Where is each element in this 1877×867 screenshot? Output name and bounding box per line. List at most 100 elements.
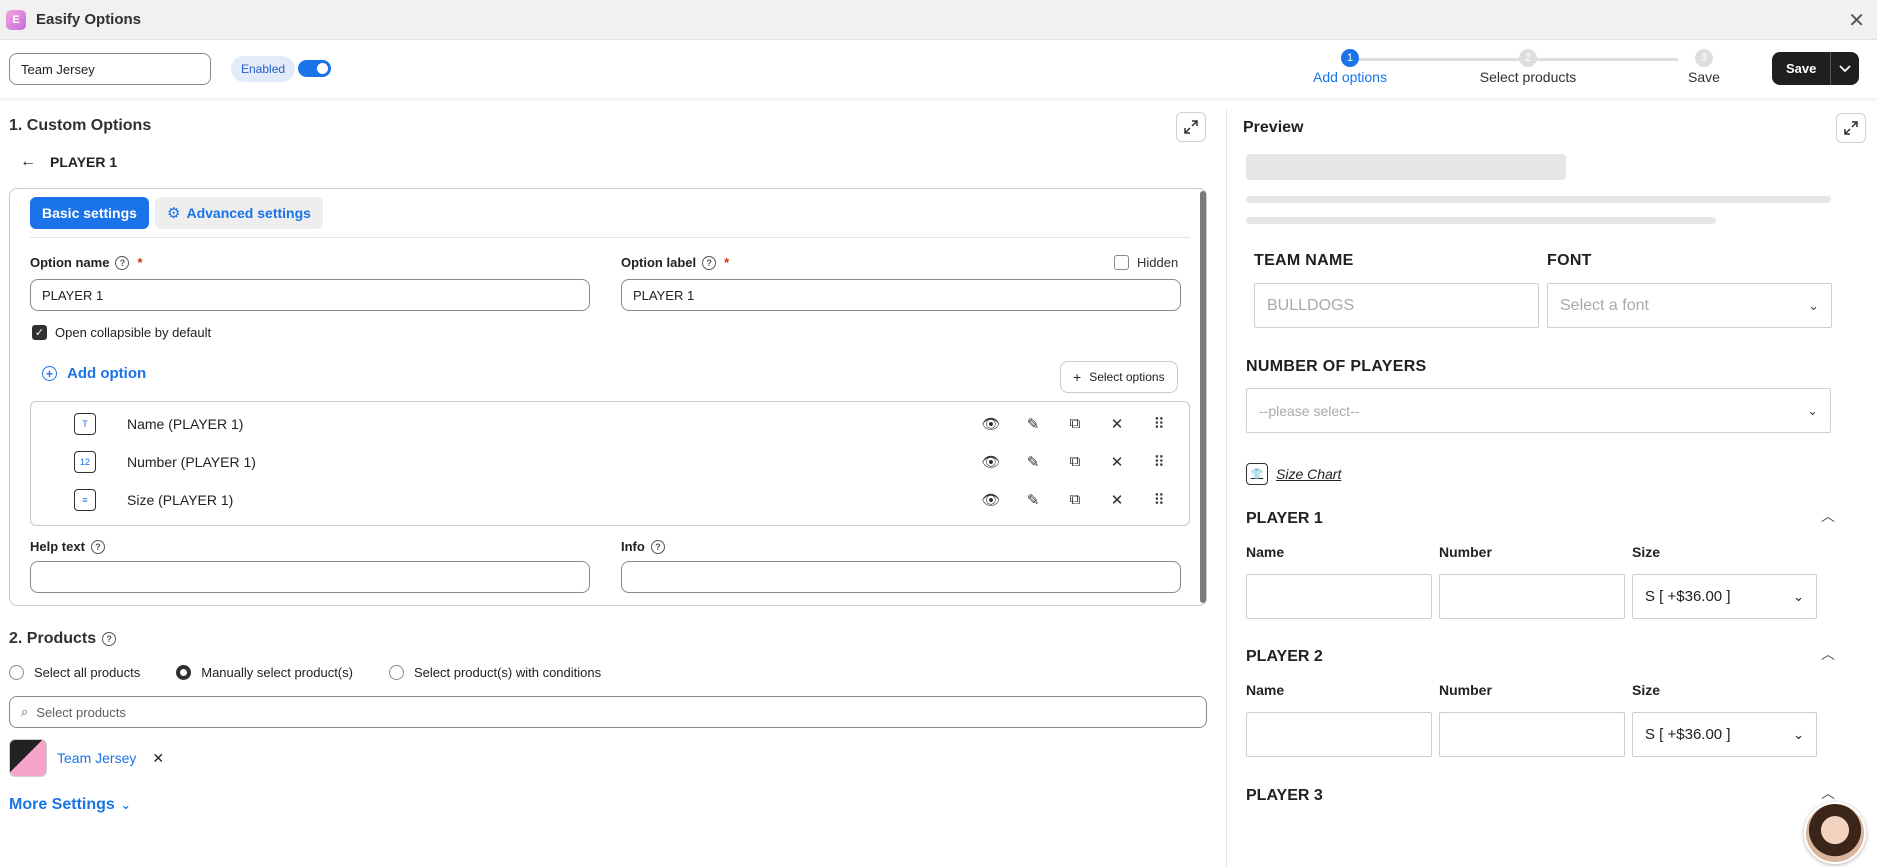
- step-select-products[interactable]: 2 Select products: [1468, 49, 1588, 85]
- info-input[interactable]: [621, 561, 1181, 593]
- option-name-input[interactable]: PLAYER 1: [30, 279, 590, 311]
- checkbox-checked-icon[interactable]: ✓: [32, 325, 47, 340]
- close-icon[interactable]: ✕: [1848, 8, 1865, 33]
- help-icon[interactable]: ?: [102, 632, 117, 646]
- radio-label[interactable]: Select all products: [34, 665, 140, 680]
- radio-manual-select[interactable]: [176, 665, 192, 680]
- drag-handle-icon[interactable]: ⠿: [1149, 415, 1169, 433]
- number-of-players-select[interactable]: --please select-- ⌄: [1246, 388, 1831, 433]
- player-2-number-input[interactable]: [1439, 712, 1625, 757]
- chevron-down-icon: ⌄: [1808, 297, 1819, 313]
- delete-icon[interactable]: ✕: [1107, 453, 1127, 471]
- selected-product: Team Jersey ✕: [9, 739, 164, 777]
- radio-label[interactable]: Select product(s) with conditions: [414, 665, 601, 680]
- duplicate-icon[interactable]: ⧉: [1065, 491, 1085, 509]
- players-placeholder: --please select--: [1259, 402, 1360, 419]
- eye-icon[interactable]: 👁: [981, 453, 1001, 471]
- help-text-input[interactable]: [30, 561, 590, 593]
- step-label: Save: [1688, 69, 1720, 85]
- list-item[interactable]: T Name (PLAYER 1) 👁 ✎ ⧉ ✕ ⠿: [31, 405, 1183, 443]
- info-label: Info ?: [621, 539, 665, 554]
- delete-icon[interactable]: ✕: [1107, 491, 1127, 509]
- tab-basic-settings[interactable]: Basic settings: [30, 197, 149, 229]
- list-item[interactable]: ≡ Size (PLAYER 1) 👁 ✎ ⧉ ✕ ⠿: [31, 481, 1183, 519]
- checkbox-box[interactable]: [1114, 255, 1129, 270]
- progress-stepper: 1 Add options 2 Select products 3 Save: [1290, 49, 1720, 89]
- help-icon[interactable]: ?: [90, 539, 105, 554]
- back-breadcrumb[interactable]: ← PLAYER 1: [20, 153, 117, 171]
- plus-circle-icon: +: [42, 366, 57, 381]
- enabled-toggle[interactable]: [298, 60, 331, 77]
- expand-icon: [1844, 121, 1858, 135]
- preview-title: Preview: [1243, 119, 1304, 136]
- chevron-down-icon: ⌄: [1793, 588, 1804, 604]
- expand-preview-button[interactable]: [1836, 113, 1866, 143]
- font-select[interactable]: Select a font ⌄: [1547, 283, 1832, 328]
- add-option-button[interactable]: + Add option: [42, 365, 146, 382]
- duplicate-icon[interactable]: ⧉: [1065, 415, 1085, 433]
- open-collapsible-checkbox[interactable]: ✓ Open collapsible by default: [32, 325, 211, 340]
- option-set-name-input[interactable]: Team Jersey: [9, 53, 211, 85]
- save-button[interactable]: Save: [1772, 52, 1832, 85]
- player-1-header[interactable]: PLAYER 1: [1246, 510, 1323, 528]
- drag-handle-icon[interactable]: ⠿: [1149, 491, 1169, 509]
- pencil-icon[interactable]: ✎: [1023, 453, 1043, 471]
- pencil-icon[interactable]: ✎: [1023, 491, 1043, 509]
- drag-handle-icon[interactable]: ⠿: [1149, 453, 1169, 471]
- expand-editor-button[interactable]: [1176, 112, 1206, 142]
- duplicate-icon[interactable]: ⧉: [1065, 453, 1085, 471]
- label-text: Option name: [30, 255, 110, 270]
- gear-icon: ⚙: [167, 205, 181, 222]
- chevron-up-icon[interactable]: ︿: [1821, 644, 1835, 664]
- help-text-label: Help text ?: [30, 539, 105, 554]
- tab-advanced-settings[interactable]: ⚙ Advanced settings: [155, 197, 323, 229]
- option-label-input[interactable]: PLAYER 1: [621, 279, 1181, 311]
- top-toolbar: Team Jersey Enabled 1 Add options 2 Sele…: [0, 40, 1877, 98]
- products-title-text: 2. Products: [9, 630, 97, 647]
- hidden-checkbox[interactable]: Hidden: [1114, 255, 1178, 270]
- more-settings-toggle[interactable]: More Settings ⌄: [9, 796, 131, 814]
- remove-product-icon[interactable]: ✕: [152, 750, 164, 767]
- product-search-input[interactable]: ⌕ Select products: [9, 696, 1207, 728]
- chevron-down-icon: ⌄: [1807, 402, 1818, 418]
- eye-icon[interactable]: 👁: [981, 491, 1001, 509]
- product-link[interactable]: Team Jersey: [57, 750, 136, 766]
- card-scrollbar[interactable]: [1200, 191, 1206, 603]
- save-menu-button[interactable]: [1831, 52, 1859, 85]
- chevron-up-icon[interactable]: ︿: [1821, 506, 1835, 526]
- player-1-size-select[interactable]: S [ +$36.00 ] ⌄: [1632, 574, 1817, 619]
- step-add-options[interactable]: 1 Add options: [1290, 49, 1410, 85]
- select-options-label: Select options: [1089, 370, 1165, 384]
- pencil-icon[interactable]: ✎: [1023, 415, 1043, 433]
- size-column-label: Size: [1632, 682, 1661, 698]
- radio-select-all[interactable]: [9, 665, 24, 680]
- delete-icon[interactable]: ✕: [1107, 415, 1127, 433]
- option-actions: 👁 ✎ ⧉ ✕ ⠿: [981, 453, 1169, 471]
- player-2-header[interactable]: PLAYER 2: [1246, 648, 1323, 666]
- text-field-icon: T: [74, 413, 96, 435]
- player-1-name-input[interactable]: [1246, 574, 1432, 619]
- player-2-size-select[interactable]: S [ +$36.00 ] ⌄: [1632, 712, 1817, 757]
- player-1-number-input[interactable]: [1439, 574, 1625, 619]
- chevron-up-icon[interactable]: ︿: [1821, 783, 1835, 803]
- product-selection-radios: Select all products Manually select prod…: [9, 665, 601, 680]
- eye-icon[interactable]: 👁: [981, 415, 1001, 433]
- number-column-label: Number: [1439, 682, 1492, 698]
- radio-conditions[interactable]: [388, 665, 404, 680]
- radio-label[interactable]: Manually select product(s): [201, 665, 353, 680]
- save-button-group: Save: [1772, 52, 1860, 85]
- checkbox-label: Open collapsible by default: [55, 325, 212, 340]
- help-icon[interactable]: ?: [115, 255, 130, 270]
- support-chat-avatar[interactable]: [1804, 802, 1866, 864]
- size-chart-link[interactable]: 👕 Size Chart: [1246, 463, 1341, 485]
- select-options-button[interactable]: + Select options: [1060, 361, 1178, 393]
- help-icon[interactable]: ?: [702, 255, 717, 270]
- player-3-header[interactable]: PLAYER 3: [1246, 787, 1323, 805]
- help-icon[interactable]: ?: [650, 539, 665, 554]
- preview-panel: Preview TEAM NAME BULLDOGS FONT Select a…: [1227, 98, 1877, 867]
- player-2-name-input[interactable]: [1246, 712, 1432, 757]
- team-name-input[interactable]: BULLDOGS: [1254, 283, 1539, 328]
- step-save[interactable]: 3 Save: [1644, 49, 1764, 85]
- editor-panel: 1. Custom Options ← PLAYER 1 Basic setti…: [0, 98, 1226, 867]
- list-item[interactable]: 12 Number (PLAYER 1) 👁 ✎ ⧉ ✕ ⠿: [31, 443, 1183, 481]
